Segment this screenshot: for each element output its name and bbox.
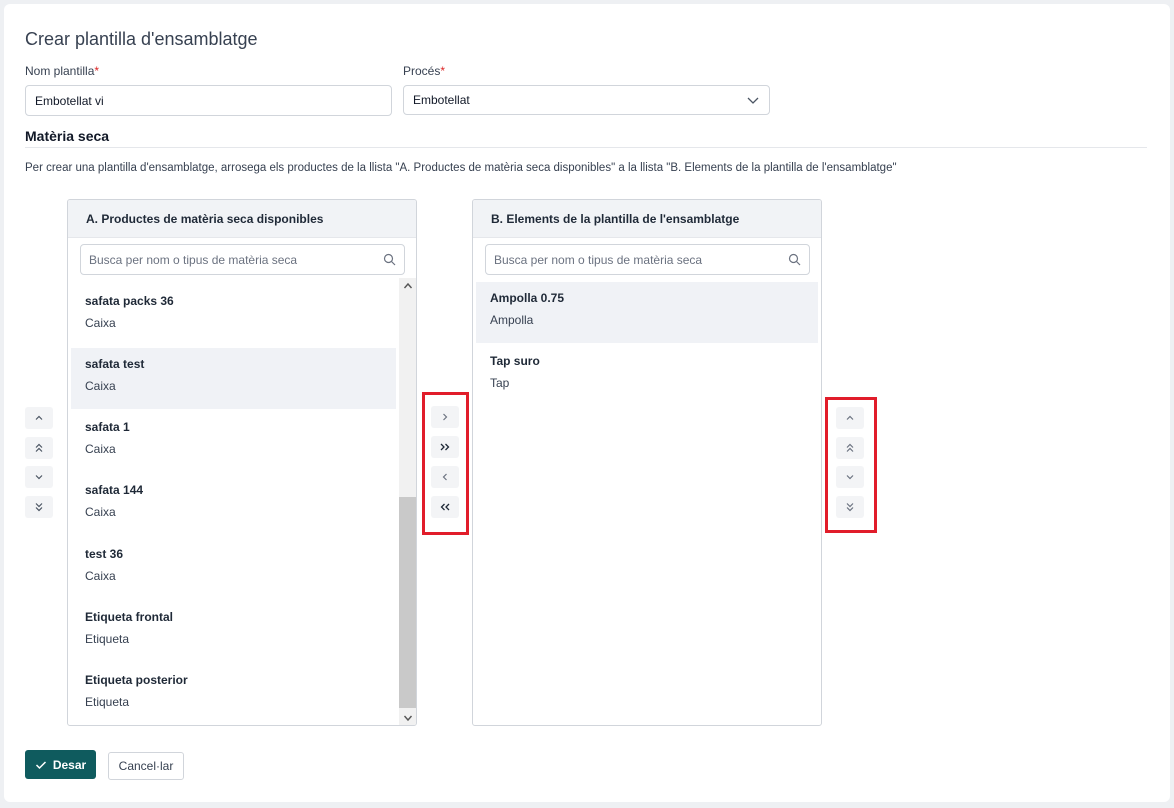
chevron-up-icon bbox=[846, 415, 854, 420]
double-chevron-down-icon bbox=[35, 503, 43, 512]
move-all-right-button[interactable] bbox=[431, 436, 459, 458]
template-panel-header: B. Elements de la plantilla de l'ensambl… bbox=[473, 200, 821, 238]
available-panel-header: A. Productes de matèria seca disponibles bbox=[68, 200, 416, 238]
required-marker: * bbox=[440, 64, 446, 78]
move-down-button[interactable] bbox=[25, 466, 53, 488]
chevron-down-icon bbox=[747, 97, 759, 104]
chevron-down-icon bbox=[846, 475, 854, 480]
scroll-down-arrow[interactable] bbox=[399, 710, 416, 725]
search-placeholder: Busca per nom o tipus de matèria seca bbox=[89, 252, 298, 267]
item-name: safata 144 bbox=[85, 483, 144, 497]
name-input-value: Embotellat vi bbox=[35, 93, 104, 108]
double-chevron-right-icon bbox=[440, 443, 450, 451]
list-item-selected[interactable]: Ampolla 0.75 Ampolla bbox=[476, 282, 818, 343]
move-bottom-button[interactable] bbox=[25, 496, 53, 518]
page-title: Crear plantilla d'ensamblatge bbox=[25, 29, 258, 49]
list-item[interactable]: Tap suro Tap bbox=[476, 345, 818, 406]
move-bottom-button[interactable] bbox=[836, 496, 864, 518]
item-type: Caixa bbox=[85, 379, 116, 393]
scroll-thumb[interactable] bbox=[399, 497, 416, 708]
process-select-value: Embotellat bbox=[413, 93, 470, 107]
chevron-right-icon bbox=[443, 413, 448, 421]
item-type: Caixa bbox=[85, 442, 116, 456]
name-input[interactable]: Embotellat vi bbox=[25, 85, 392, 116]
list-item[interactable]: safata 1 Caixa bbox=[71, 411, 396, 472]
cancel-button-label: Cancel·lar bbox=[118, 759, 174, 773]
scroll-up-arrow[interactable] bbox=[399, 278, 416, 294]
item-type: Caixa bbox=[85, 316, 116, 330]
process-select[interactable]: Embotellat bbox=[403, 85, 770, 115]
cancel-button[interactable]: Cancel·lar bbox=[108, 752, 184, 780]
name-field-label: Nom plantilla* bbox=[25, 64, 99, 78]
move-up-button[interactable] bbox=[25, 407, 53, 429]
item-type: Caixa bbox=[85, 569, 116, 583]
save-button[interactable]: Desar bbox=[25, 750, 96, 779]
process-field-label: Procés* bbox=[403, 64, 445, 78]
item-name: Etiqueta frontal bbox=[85, 610, 174, 624]
move-selected-left-button[interactable] bbox=[431, 466, 459, 488]
double-chevron-left-icon bbox=[440, 503, 450, 511]
move-selected-right-button[interactable] bbox=[431, 406, 459, 428]
list-item-selected[interactable]: safata test Caixa bbox=[71, 348, 396, 409]
process-label-text: Procés bbox=[403, 64, 441, 78]
chevron-up-icon bbox=[403, 282, 412, 289]
search-icon bbox=[383, 253, 396, 266]
chevron-down-icon bbox=[35, 475, 43, 480]
list-scrollbar[interactable] bbox=[399, 278, 416, 725]
double-chevron-up-icon bbox=[35, 443, 43, 452]
item-type: Etiqueta bbox=[85, 695, 130, 709]
item-type: Tap bbox=[490, 376, 510, 390]
search-placeholder: Busca per nom o tipus de matèria seca bbox=[494, 252, 703, 267]
required-marker: * bbox=[94, 64, 100, 78]
list-item[interactable]: test 36 Caixa bbox=[71, 538, 396, 599]
item-name: safata test bbox=[85, 357, 145, 371]
chevron-up-icon bbox=[35, 415, 43, 420]
list-item[interactable]: safata 144 Caixa bbox=[71, 474, 396, 535]
available-products-panel: A. Productes de matèria seca disponibles… bbox=[67, 199, 417, 726]
item-name: Etiqueta posterior bbox=[85, 673, 188, 687]
check-icon bbox=[35, 760, 46, 769]
section-divider bbox=[25, 147, 1147, 148]
list-item[interactable]: Etiqueta frontal Etiqueta bbox=[71, 601, 396, 662]
instructions-text: Per crear una plantilla d'ensamblatge, a… bbox=[25, 162, 897, 174]
move-up-button[interactable] bbox=[836, 407, 864, 429]
item-name: Tap suro bbox=[490, 354, 540, 368]
move-down-button[interactable] bbox=[836, 466, 864, 488]
move-top-button[interactable] bbox=[25, 437, 53, 459]
template-search-input[interactable]: Busca per nom o tipus de matèria seca bbox=[485, 244, 810, 275]
available-search-input[interactable]: Busca per nom o tipus de matèria seca bbox=[80, 244, 405, 275]
double-chevron-up-icon bbox=[846, 443, 854, 452]
double-chevron-down-icon bbox=[846, 503, 854, 512]
item-type: Etiqueta bbox=[85, 632, 130, 646]
section-title: Matèria seca bbox=[25, 128, 110, 144]
item-type: Ampolla bbox=[490, 313, 534, 327]
chevron-down-icon bbox=[403, 715, 412, 722]
list-item[interactable]: Etiqueta posterior Etiqueta bbox=[71, 664, 396, 725]
item-type: Caixa bbox=[85, 505, 116, 519]
search-icon bbox=[788, 253, 801, 266]
item-name: safata packs 36 bbox=[85, 294, 174, 308]
move-top-button[interactable] bbox=[836, 437, 864, 459]
item-name: test 36 bbox=[85, 547, 124, 561]
move-all-left-button[interactable] bbox=[431, 496, 459, 518]
chevron-left-icon bbox=[442, 473, 447, 481]
item-name: Ampolla 0.75 bbox=[490, 291, 565, 305]
list-item[interactable]: safata packs 36 Caixa bbox=[71, 285, 396, 346]
template-elements-panel: B. Elements de la plantilla de l'ensambl… bbox=[472, 199, 822, 726]
save-button-label: Desar bbox=[52, 757, 87, 772]
item-name: safata 1 bbox=[85, 420, 130, 434]
name-label-text: Nom plantilla bbox=[25, 64, 95, 78]
